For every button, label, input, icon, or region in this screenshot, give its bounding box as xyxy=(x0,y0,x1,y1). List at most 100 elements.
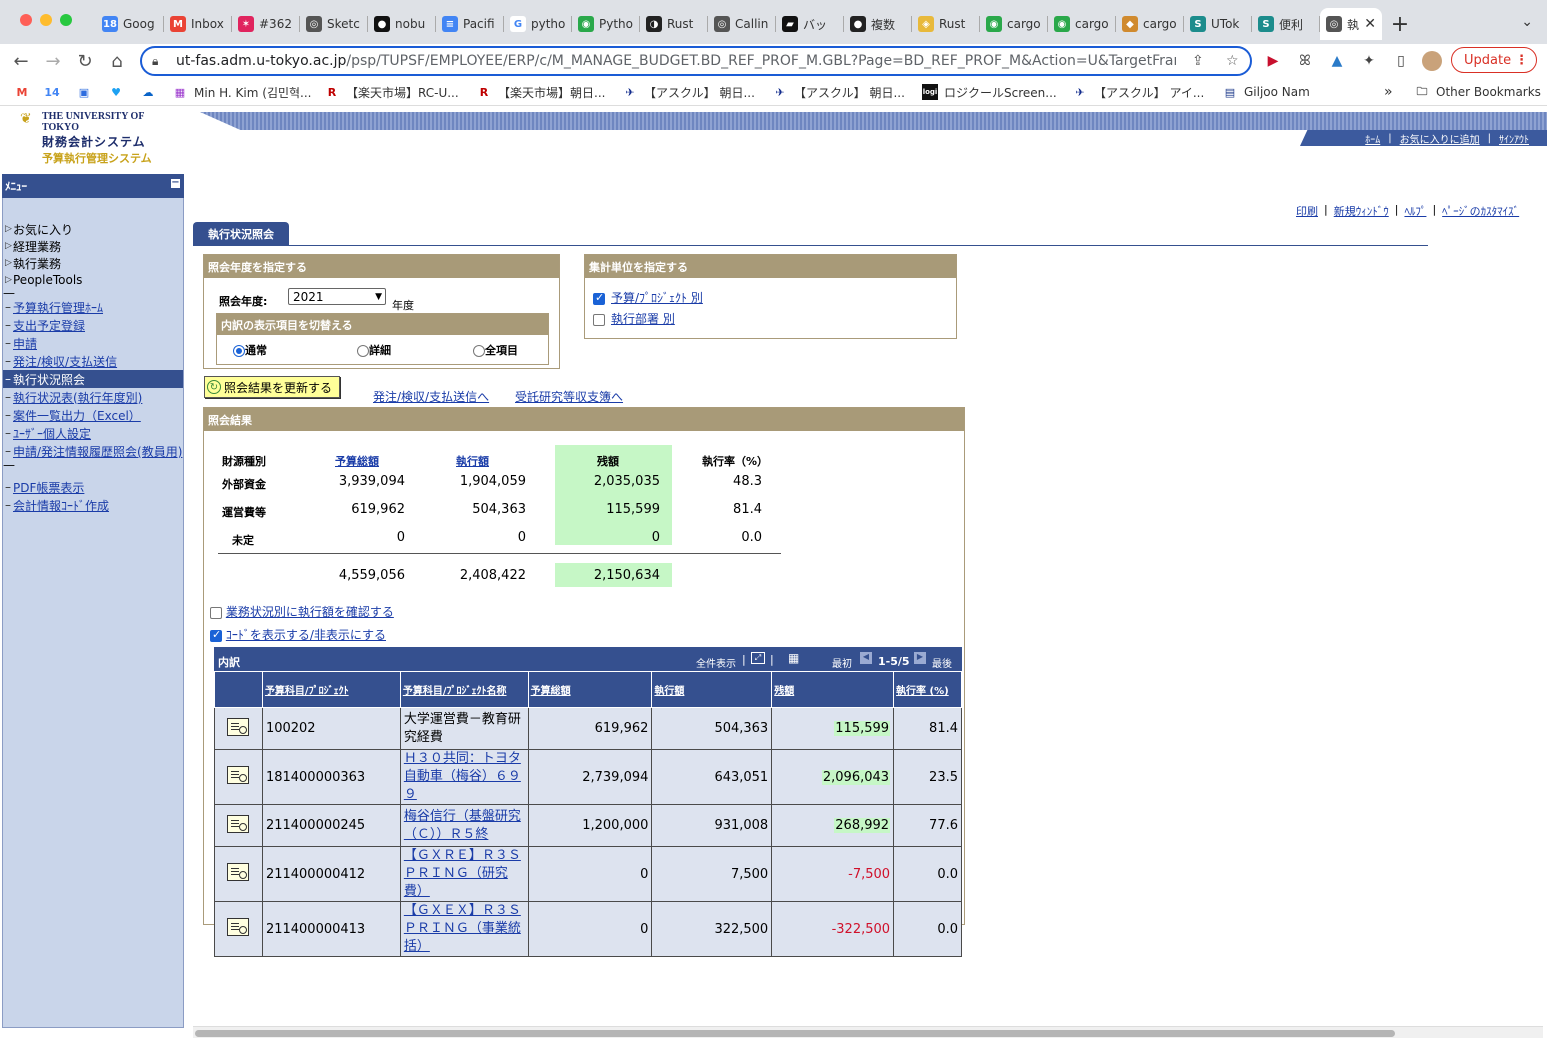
unit-option[interactable]: 予算/ﾌﾟﾛｼﾞｪｸﾄ 別 xyxy=(593,289,703,306)
bookmark-item[interactable]: M xyxy=(14,83,36,101)
reload-icon[interactable]: ↻ xyxy=(72,49,98,73)
menu-link[interactable]: 予算執行管理ﾎｰﾑ xyxy=(13,299,103,316)
view-detail-icon[interactable] xyxy=(227,717,250,736)
extension-red-icon[interactable]: ▶ xyxy=(1264,52,1282,70)
detail-icon-cell[interactable] xyxy=(214,901,263,957)
menu-link[interactable]: 案件一覧出力（Excel） xyxy=(13,407,141,424)
first-page-link[interactable]: 最初 xyxy=(832,655,852,670)
minimize-window-button[interactable] xyxy=(40,14,52,26)
project-name-link[interactable]: 梅谷信行（基盤研究（Ｃ））Ｒ５終 xyxy=(404,809,521,842)
menu-link-item[interactable]: – 会計情報ｺｰﾄﾞ作成 xyxy=(3,496,183,514)
menu-folder[interactable]: ▷ お気に入り xyxy=(3,220,183,238)
new-window-link[interactable]: 新規ｳｨﾝﾄﾞｳ xyxy=(1334,203,1389,219)
bookmark-item[interactable]: 14 xyxy=(44,83,66,101)
radio-button[interactable] xyxy=(233,345,245,357)
column-header-code[interactable]: 予算科目/ﾌﾟﾛｼﾞｪｸﾄ xyxy=(261,671,401,708)
radio-button[interactable] xyxy=(473,345,485,357)
nav-add-favorite-link[interactable]: お気に入りに追加 xyxy=(1392,131,1488,146)
show-code-checkbox[interactable] xyxy=(210,628,222,642)
project-name-cell[interactable]: 【ＧＸＲＥ】Ｒ３ＳＰＲＩＮＧ（研究費） xyxy=(399,846,529,902)
side-panel-icon[interactable]: ▯ xyxy=(1392,52,1410,70)
menu-folder[interactable]: ▷ 経理業務 xyxy=(3,237,183,255)
browser-tab-active[interactable]: ◎ 執 ✕ xyxy=(1320,8,1382,40)
browser-tab[interactable]: M Inbox xyxy=(164,8,232,40)
menu-link-item[interactable]: – 発注/検収/支払送信 xyxy=(3,352,183,370)
unit-checkbox[interactable] xyxy=(593,313,605,326)
view-detail-icon[interactable] xyxy=(227,918,250,936)
menu-link-item[interactable]: – ﾕｰｻﾞｰ個人設定 xyxy=(3,424,183,442)
detail-icon-cell[interactable] xyxy=(214,749,263,805)
check-business-status[interactable]: 業務状況別に執行額を確認する xyxy=(210,603,394,620)
browser-tab[interactable]: ≡ Pacifi xyxy=(436,8,504,40)
menu-link-item[interactable]: – 予算執行管理ﾎｰﾑ xyxy=(3,298,183,316)
close-window-button[interactable] xyxy=(20,14,32,26)
browser-tab[interactable]: ◉ cargo xyxy=(980,8,1048,40)
project-name-cell[interactable]: Ｈ３０共同：トヨタ自動車（梅谷）６９９ xyxy=(399,749,529,805)
browser-tab[interactable]: ◈ Rust xyxy=(912,8,980,40)
menu-link-item[interactable]: – 執行状況表(執行年度別) xyxy=(3,388,183,406)
nav-signout-link[interactable]: ｻｲﾝｱｳﾄ xyxy=(1491,131,1537,146)
menu-link-item[interactable]: – 申請 xyxy=(3,334,183,352)
unit-checkbox[interactable] xyxy=(593,291,605,305)
menu-link[interactable]: 発注/検収/支払送信 xyxy=(13,353,117,370)
detail-icon-cell[interactable] xyxy=(214,846,263,902)
browser-tab[interactable]: 18 Goog xyxy=(96,8,164,40)
home-icon[interactable]: ⌂ xyxy=(104,49,130,73)
menu-link[interactable]: ﾕｰｻﾞｰ個人設定 xyxy=(13,425,91,442)
prev-page-icon[interactable]: ◀ xyxy=(860,652,872,664)
menu-folder[interactable]: ▷ 執行業務 xyxy=(3,254,183,272)
unit-option-link[interactable]: 執行部署 別 xyxy=(611,312,675,326)
menu-link[interactable]: 申請 xyxy=(13,335,37,352)
browser-tab[interactable]: ◎ Callin xyxy=(708,8,776,40)
show-all-link[interactable]: 全件表示 xyxy=(696,655,736,670)
other-bookmarks-folder[interactable]: 🗀︎ Other Bookmarks xyxy=(1414,83,1541,101)
browser-tab[interactable]: ● 複数 xyxy=(844,8,912,40)
extensions-puzzle-icon[interactable]: ✦ xyxy=(1360,52,1378,70)
detail-icon-cell[interactable] xyxy=(214,804,263,847)
check-show-code[interactable]: ｺｰﾄﾞを表示する/非表示にする xyxy=(210,626,386,643)
bookmark-item[interactable]: R 【楽天市場】RC-U... xyxy=(324,83,459,101)
menu-link[interactable]: PDF帳票表示 xyxy=(13,479,84,496)
bookmark-item[interactable]: ▤ Giljoo Nam xyxy=(1222,83,1310,101)
display-mode-option[interactable]: 通常 xyxy=(233,342,267,358)
project-name-cell[interactable]: 梅谷信行（基盤研究（Ｃ））Ｒ５終 xyxy=(399,804,529,847)
display-mode-option[interactable]: 全項目 xyxy=(473,342,518,358)
back-arrow-icon[interactable]: ← xyxy=(8,49,34,73)
bookmark-item[interactable]: ▦ Min H. Kim (김민혁... xyxy=(172,83,312,101)
bookmark-item[interactable]: ♥ xyxy=(108,83,130,101)
column-header-remaining[interactable]: 残額 xyxy=(771,671,895,708)
browser-tab[interactable]: ◎ Sketc xyxy=(300,8,368,40)
download-grid-icon[interactable]: ▦ xyxy=(788,651,799,665)
last-page-link[interactable]: 最後 xyxy=(932,655,952,670)
bookmark-item[interactable]: ✈ 【アスクル】 アイ... xyxy=(1072,83,1204,101)
view-detail-icon[interactable] xyxy=(227,766,250,784)
help-link[interactable]: ﾍﾙﾌﾟ xyxy=(1404,203,1426,219)
browser-tab[interactable]: ● nobu xyxy=(368,8,436,40)
menu-item-active[interactable]: – 執行状況照会 xyxy=(3,370,183,388)
profile-avatar-icon[interactable] xyxy=(1422,51,1442,71)
new-tab-button[interactable]: + xyxy=(1382,8,1418,40)
view-detail-icon[interactable] xyxy=(227,863,250,881)
update-button[interactable]: Update ⋮ xyxy=(1451,47,1537,73)
bookmark-item[interactable]: ✈ 【アスクル】 朝日... xyxy=(772,83,905,101)
share-icon[interactable]: ⇪ xyxy=(1192,53,1204,69)
bookmark-item[interactable]: ✈ 【アスクル】 朝日... xyxy=(622,83,755,101)
browser-tab[interactable]: ◉ cargo xyxy=(1048,8,1116,40)
tab-search-chevron-icon[interactable]: ⌄ xyxy=(1521,14,1533,30)
browser-tab[interactable]: ▰ バッ xyxy=(776,8,844,40)
menu-link-item[interactable]: – PDF帳票表示 xyxy=(3,478,183,496)
contract-research-link[interactable]: 受託研究等収支簿へ xyxy=(515,388,623,405)
browser-tab[interactable]: S 便利 xyxy=(1252,8,1320,40)
display-mode-option[interactable]: 詳細 xyxy=(357,342,391,358)
view-detail-icon[interactable] xyxy=(227,814,250,833)
more-bookmarks-chevron-icon[interactable]: » xyxy=(1384,83,1393,101)
summary-header-link[interactable]: 執行額 xyxy=(456,453,489,469)
extension-butterfly-icon[interactable]: ꕤ xyxy=(1296,52,1314,70)
maximize-window-button[interactable] xyxy=(60,14,72,26)
browser-tab[interactable]: ✶ #362 xyxy=(232,8,300,40)
project-name-link[interactable]: 【ＧＸＥＸ】Ｒ３ＳＰＲＩＮＧ（事業統括） xyxy=(404,903,521,954)
print-link[interactable]: 印刷 xyxy=(1296,203,1318,219)
unit-option[interactable]: 執行部署 別 xyxy=(593,310,675,327)
extension-drive-icon[interactable]: ▲ xyxy=(1328,52,1346,70)
detail-icon-cell[interactable] xyxy=(214,707,263,750)
